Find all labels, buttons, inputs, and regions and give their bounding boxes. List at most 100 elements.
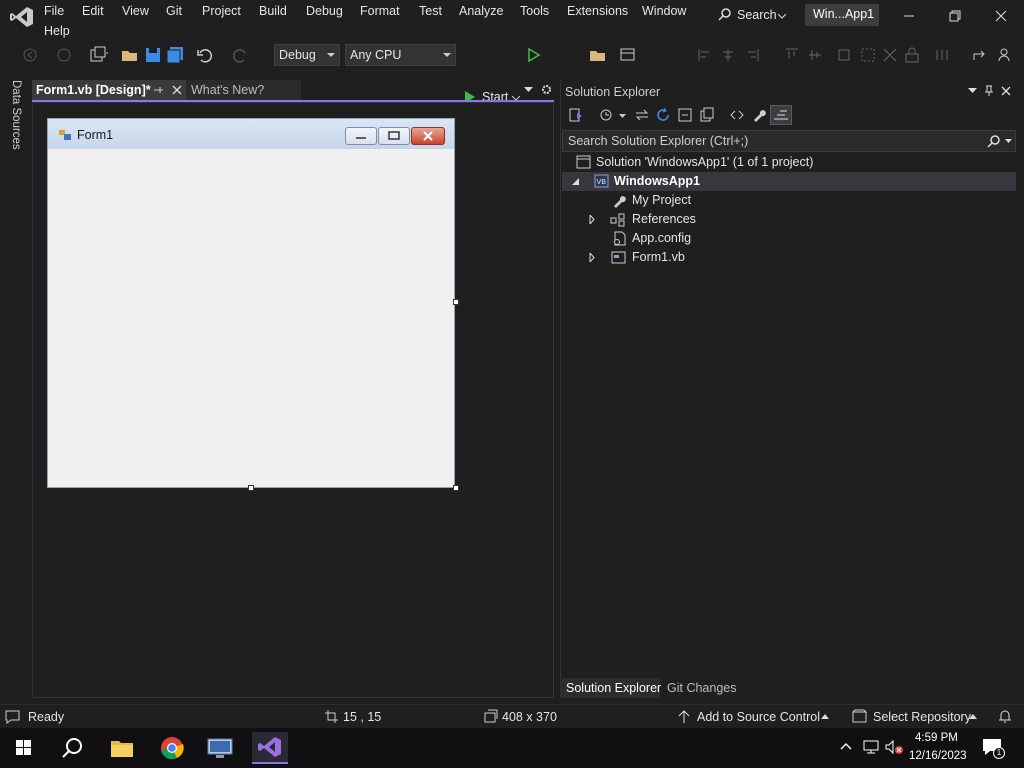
undo-icon[interactable] bbox=[195, 45, 215, 65]
save-icon[interactable] bbox=[143, 45, 163, 65]
remote-desktop-icon[interactable] bbox=[202, 732, 238, 764]
tab-order-icon[interactable] bbox=[932, 45, 952, 65]
menu-tools[interactable]: Tools bbox=[520, 4, 549, 18]
notification-output-icon[interactable] bbox=[5, 710, 20, 724]
chrome-icon[interactable] bbox=[154, 732, 190, 764]
tree-item-my-project[interactable]: My Project bbox=[562, 191, 1016, 210]
restore-button[interactable] bbox=[932, 0, 978, 32]
make-same-width-icon[interactable] bbox=[834, 45, 854, 65]
windows-start-icon[interactable] bbox=[6, 732, 42, 764]
menu-analyze[interactable]: Analyze bbox=[459, 4, 503, 18]
volume-muted-icon[interactable] bbox=[884, 739, 904, 755]
solution-folder-icon[interactable] bbox=[588, 45, 608, 65]
collapsed-arrow-icon[interactable] bbox=[589, 253, 595, 262]
align-top-icon[interactable] bbox=[782, 45, 802, 65]
form-minimize-button[interactable] bbox=[345, 127, 377, 145]
resize-handle-right[interactable] bbox=[453, 299, 459, 305]
resize-handle-bottom[interactable] bbox=[248, 485, 254, 491]
share-icon[interactable] bbox=[970, 45, 990, 65]
form-maximize-button[interactable] bbox=[378, 127, 410, 145]
menu-format[interactable]: Format bbox=[360, 4, 400, 18]
tree-item-references[interactable]: References bbox=[562, 210, 1016, 229]
pin-icon[interactable] bbox=[152, 84, 164, 96]
navigate-back-icon[interactable] bbox=[20, 45, 40, 65]
menu-edit[interactable]: Edit bbox=[82, 4, 104, 18]
tab-git-changes[interactable]: Git Changes bbox=[661, 678, 741, 698]
save-all-icon[interactable] bbox=[165, 45, 185, 65]
form-close-button[interactable] bbox=[411, 127, 445, 145]
view-code-icon[interactable] bbox=[729, 107, 745, 123]
redo-icon[interactable] bbox=[230, 45, 250, 65]
align-right-icon[interactable] bbox=[742, 45, 762, 65]
data-sources-tab[interactable]: Data Sources bbox=[4, 80, 22, 150]
menu-window[interactable]: Window bbox=[642, 4, 686, 18]
new-project-icon[interactable] bbox=[88, 45, 108, 65]
tab-solution-explorer[interactable]: Solution Explorer bbox=[560, 678, 661, 698]
minimize-button[interactable] bbox=[886, 0, 932, 32]
menu-git[interactable]: Git bbox=[166, 4, 182, 18]
collapsed-arrow-icon[interactable] bbox=[589, 215, 595, 224]
close-window-button[interactable] bbox=[978, 0, 1024, 32]
pin-icon[interactable] bbox=[984, 85, 994, 97]
collapse-all-icon[interactable] bbox=[677, 107, 693, 123]
add-to-source-control-button[interactable]: Add to Source Control bbox=[676, 705, 836, 728]
tree-item-app-config[interactable]: App.config bbox=[562, 229, 1016, 248]
switch-views-icon[interactable] bbox=[568, 107, 584, 123]
select-repository-button[interactable]: Select Repository bbox=[850, 705, 980, 728]
show-hidden-icons-icon[interactable] bbox=[840, 742, 852, 750]
visual-studio-taskbar-icon[interactable] bbox=[252, 732, 288, 764]
clock-time[interactable]: 4:59 PM bbox=[915, 732, 958, 744]
resize-icon[interactable] bbox=[880, 45, 900, 65]
open-folder-icon[interactable] bbox=[120, 45, 140, 65]
solution-explorer-search-input[interactable]: Search Solution Explorer (Ctrl+;) bbox=[562, 130, 1016, 152]
history-icon[interactable] bbox=[598, 107, 614, 123]
menu-project[interactable]: Project bbox=[202, 4, 241, 18]
menu-view[interactable]: View bbox=[122, 4, 149, 18]
preview-selected-items-icon[interactable] bbox=[770, 105, 792, 125]
resize-handle-bottom-right[interactable] bbox=[453, 485, 459, 491]
layout-icon[interactable] bbox=[618, 45, 638, 65]
align-middle-icon[interactable] bbox=[805, 45, 825, 65]
solution-title-badge[interactable]: Win...App1 bbox=[805, 4, 879, 26]
menu-help[interactable]: Help bbox=[44, 24, 70, 38]
chevron-down-icon[interactable] bbox=[619, 114, 626, 118]
expanded-arrow-icon[interactable] bbox=[572, 178, 579, 185]
tab-form1-design[interactable]: Form1.vb [Design]* bbox=[32, 80, 186, 100]
menu-debug[interactable]: Debug bbox=[306, 4, 343, 18]
solution-configuration-select[interactable]: Debug bbox=[274, 44, 340, 66]
file-explorer-icon[interactable] bbox=[104, 732, 140, 764]
tree-item-form1-vb[interactable]: Form1.vb bbox=[562, 248, 1016, 267]
show-all-files-icon[interactable] bbox=[699, 107, 715, 123]
properties-wrench-icon[interactable] bbox=[751, 107, 767, 123]
close-icon[interactable] bbox=[1001, 86, 1011, 96]
panel-options-icon[interactable] bbox=[968, 88, 977, 93]
solution-platform-select[interactable]: Any CPU bbox=[345, 44, 456, 66]
notification-center-button[interactable]: 1 bbox=[982, 738, 1006, 760]
clock-date[interactable]: 12/16/2023 bbox=[909, 750, 967, 762]
search-button[interactable]: Search bbox=[710, 3, 792, 27]
menu-file[interactable]: File bbox=[44, 4, 64, 18]
live-share-icon[interactable] bbox=[996, 45, 1016, 65]
tree-item-solution[interactable]: Solution 'WindowsApp1' (1 of 1 project) bbox=[562, 153, 1016, 172]
menu-test[interactable]: Test bbox=[419, 4, 442, 18]
start-without-debugging-icon[interactable] bbox=[524, 45, 544, 65]
bell-icon[interactable] bbox=[998, 709, 1012, 724]
sync-with-document-icon[interactable] bbox=[634, 107, 650, 123]
navigate-forward-icon[interactable] bbox=[54, 45, 74, 65]
menu-build[interactable]: Build bbox=[259, 4, 287, 18]
network-icon[interactable] bbox=[862, 739, 880, 755]
tab-list-dropdown-icon[interactable] bbox=[524, 87, 533, 92]
align-left-icon[interactable] bbox=[695, 45, 715, 65]
tree-item-project[interactable]: VB WindowsApp1 bbox=[562, 172, 1016, 191]
search-icon[interactable] bbox=[987, 134, 1001, 148]
lock-controls-icon[interactable] bbox=[902, 45, 922, 65]
tab-whats-new[interactable]: What's New? bbox=[186, 80, 301, 100]
align-center-icon[interactable] bbox=[718, 45, 738, 65]
size-to-grid-icon[interactable] bbox=[858, 45, 878, 65]
menu-extensions[interactable]: Extensions bbox=[567, 4, 628, 18]
gear-icon[interactable] bbox=[541, 84, 552, 95]
close-icon[interactable] bbox=[171, 84, 183, 96]
chevron-down-icon[interactable] bbox=[1005, 139, 1012, 143]
refresh-icon[interactable] bbox=[655, 107, 671, 123]
form1-client-area[interactable] bbox=[54, 149, 448, 479]
